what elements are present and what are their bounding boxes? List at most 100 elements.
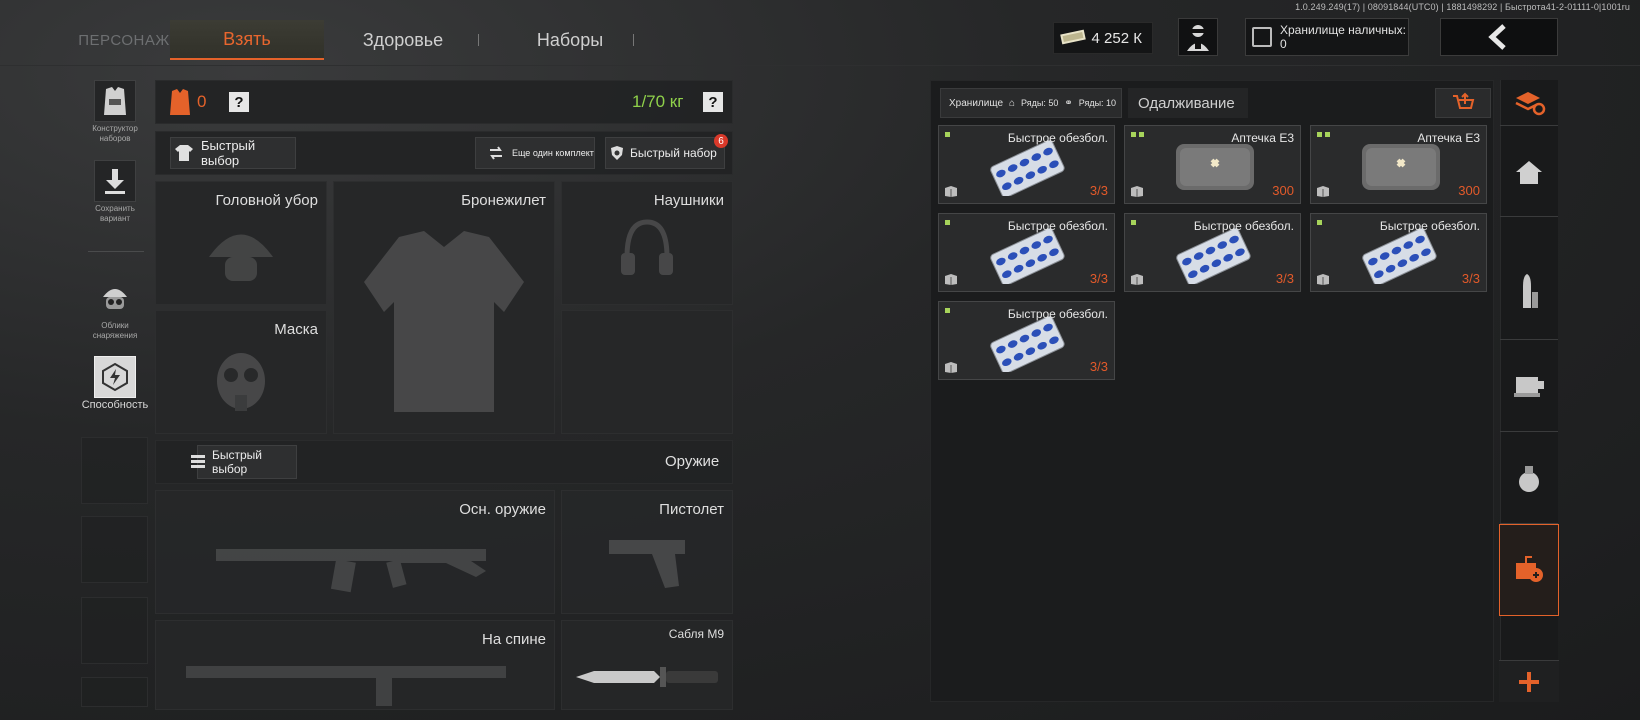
ability-label: Способность <box>81 399 149 411</box>
item-quantity: 300 <box>1272 183 1294 198</box>
inventory-item[interactable]: Быстрое обезбол. 3/3 <box>938 213 1115 292</box>
slot-back-label: На спине <box>482 631 546 648</box>
slot-primary-weapon[interactable]: Осн. оружие <box>155 490 555 614</box>
vest-placeholder-icon <box>364 231 524 412</box>
back-button[interactable] <box>1440 18 1558 56</box>
tab-kits[interactable]: Наборы <box>505 20 635 60</box>
version-info: 1.0.249.249(17) | 08091844(UTC0) | 18814… <box>1295 2 1630 12</box>
category-all[interactable] <box>1500 80 1558 126</box>
weapons-quick-select-button[interactable]: Быстрый выбор <box>197 445 297 479</box>
slot-primary-label: Осн. оружие <box>459 501 546 518</box>
gear-skins-label: Облики снаряжения <box>92 321 138 340</box>
inventory-item[interactable]: Быстрое обезбол. 3/3 <box>1310 213 1487 292</box>
add-button[interactable] <box>1499 660 1559 702</box>
help-icon[interactable]: ? <box>703 92 723 112</box>
help-icon[interactable]: ? <box>229 92 249 112</box>
grade-mark <box>1131 132 1136 137</box>
kit-builder-button[interactable]: Конструктор наборов <box>80 80 150 144</box>
money-icon <box>1060 29 1086 45</box>
storage-tab[interactable]: Хранилище ⌂ Ряды: 50 ⚭ Ряды: 10 <box>940 88 1122 118</box>
ability-slot[interactable] <box>81 516 148 583</box>
ability-slot[interactable] <box>81 597 148 664</box>
tab-separator <box>478 34 479 46</box>
item-quantity: 3/3 <box>1089 359 1108 374</box>
ability-slot[interactable] <box>81 677 148 707</box>
item-name: Аптечка Е3 <box>1417 131 1480 145</box>
slot-mask[interactable]: Маска <box>155 310 327 434</box>
tab-take[interactable]: Взять <box>170 20 324 60</box>
category-attachments[interactable] <box>1500 340 1558 432</box>
category-ammo[interactable] <box>1500 245 1558 340</box>
box-icon <box>1131 274 1143 285</box>
item-quantity: 3/3 <box>1089 271 1108 286</box>
inventory-item[interactable]: Быстрое обезбол. 3/3 <box>1124 213 1301 292</box>
rows-home: Ряды: 50 <box>1021 98 1059 108</box>
grade-mark <box>945 132 950 137</box>
category-grenades[interactable] <box>1500 432 1558 524</box>
box-icon <box>1317 274 1329 285</box>
box-icon <box>945 362 957 373</box>
plus-icon <box>1519 671 1539 692</box>
item-quantity: 3/3 <box>1461 271 1480 286</box>
category-medical[interactable] <box>1499 524 1559 616</box>
helmet-mask-icon <box>103 289 127 309</box>
helmet-icon <box>209 234 273 281</box>
grade-mark <box>1317 132 1322 137</box>
storage-tab-label: Хранилище <box>949 97 1003 109</box>
tab-character[interactable]: ПЕРСОНАЖ <box>78 20 169 60</box>
slot-headwear[interactable]: Головной убор <box>155 181 327 305</box>
inventory-item[interactable]: Аптечка Е3 300 <box>1124 125 1301 204</box>
item-name: Быстрое обезбол. <box>1379 219 1480 233</box>
grade-mark <box>1317 220 1322 225</box>
pills-icon <box>990 316 1065 372</box>
grenade-icon <box>1519 465 1539 492</box>
inventory-item[interactable]: Аптечка Е3 300 <box>1310 125 1487 204</box>
slot-melee-label: Сабля М9 <box>668 627 724 641</box>
gear-skins-button[interactable]: Облики снаряжения <box>80 277 150 341</box>
save-variant-button[interactable]: Сохранить вариант <box>80 160 150 224</box>
sidebar-divider <box>88 251 144 252</box>
armor-count: 0 <box>197 92 207 111</box>
inventory-item[interactable]: Быстрое обезбол. 3/3 <box>938 301 1115 380</box>
link-icon: ⚭ <box>1064 97 1073 109</box>
box-icon <box>945 186 957 197</box>
ability-slot[interactable] <box>81 437 148 504</box>
slot-headphones[interactable]: Наушники <box>561 181 733 305</box>
weight-display: 1/70 кг <box>632 92 684 111</box>
pistol-icon <box>609 540 685 588</box>
slot-back[interactable]: На спине <box>155 620 555 710</box>
pills-icon <box>990 140 1065 196</box>
item-quantity: 300 <box>1458 183 1480 198</box>
slot-empty[interactable] <box>561 310 733 434</box>
save-variant-label: Сохранить вариант <box>95 204 135 223</box>
quick-kit-badge: 6 <box>714 134 728 148</box>
inventory-item[interactable]: Быстрое обезбол. 3/3 <box>938 125 1115 204</box>
pills-icon <box>990 228 1065 284</box>
box-icon <box>1131 186 1143 197</box>
tab-health[interactable]: Здоровье <box>340 20 466 60</box>
slot-vest[interactable]: Бронежилет <box>333 181 555 434</box>
gasmask-icon <box>217 353 265 411</box>
slot-pistol[interactable]: Пистолет <box>561 490 733 614</box>
box-icon <box>945 274 957 285</box>
slot-headphones-label: Наушники <box>653 192 724 209</box>
money-value: 4 252 К <box>1091 29 1142 47</box>
bullet-icon <box>1523 274 1538 308</box>
headphones-icon <box>621 219 673 275</box>
box-icon <box>1317 186 1329 197</box>
grade-mark <box>1131 220 1136 225</box>
medkit-icon <box>1176 144 1254 190</box>
grade-mark <box>1139 132 1144 137</box>
trader-button[interactable] <box>1178 18 1218 56</box>
medkit-icon <box>1362 144 1440 190</box>
lending-tab[interactable]: Одалживание <box>1128 88 1248 118</box>
rifle-back-icon <box>186 666 506 706</box>
slot-melee[interactable]: Сабля М9 <box>561 620 733 710</box>
back-arrow-icon <box>1488 24 1506 50</box>
ammo-icon <box>191 455 205 468</box>
category-home[interactable] <box>1500 127 1558 217</box>
sort-button[interactable] <box>1435 88 1491 118</box>
cart-icon <box>1453 92 1475 109</box>
ability-button[interactable]: Способность <box>80 356 150 411</box>
rifle-icon <box>216 549 486 593</box>
